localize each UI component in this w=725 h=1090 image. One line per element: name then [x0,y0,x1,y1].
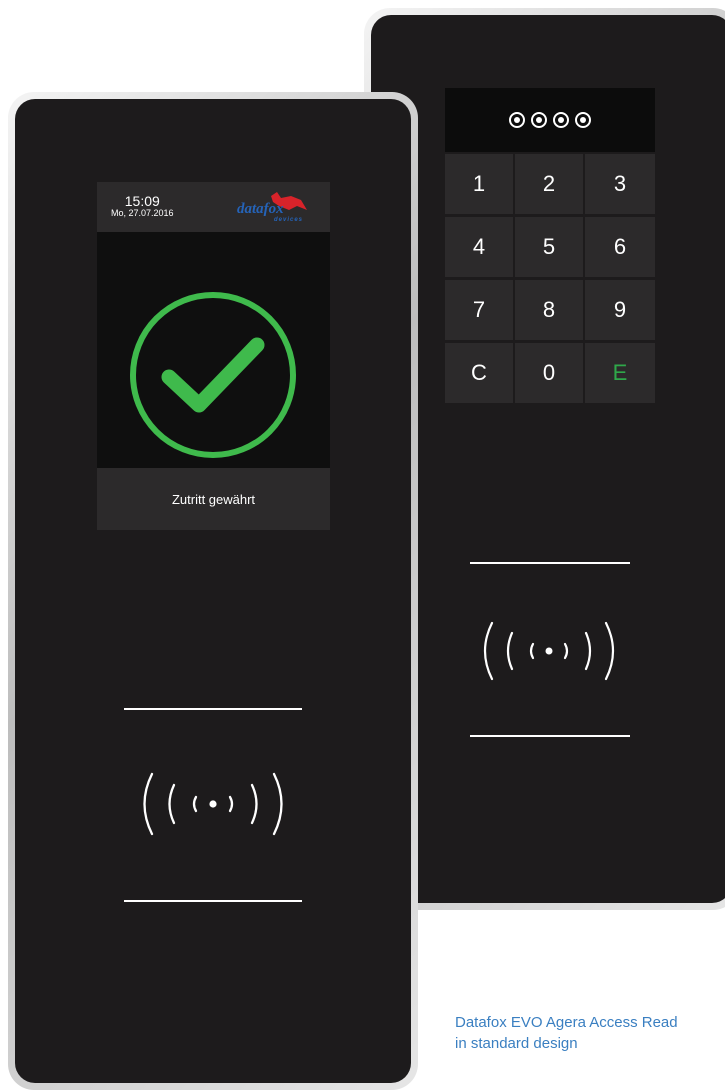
key-6[interactable]: 6 [585,217,655,277]
key-7[interactable]: 7 [445,280,513,340]
rfid-bottom-line [470,735,630,737]
datafox-logo: datafox devices [237,192,309,226]
pin-dot-3 [553,112,569,128]
keypad: 1 2 3 4 5 6 7 8 9 C 0 E [445,154,655,403]
key-9[interactable]: 9 [585,280,655,340]
key-8[interactable]: 8 [515,280,583,340]
pin-dot-1 [509,112,525,128]
pin-dot-2 [531,112,547,128]
rfid-bottom-line [124,900,302,902]
clock-time: 15:09 [124,193,160,209]
rfid-top-line [124,708,302,710]
pin-dot-4 [575,112,591,128]
clock-date: Mo, 27.07.2016 [111,208,174,218]
enter-key[interactable]: E [585,343,655,403]
pin-display [445,88,655,152]
key-2[interactable]: 2 [515,154,583,214]
product-caption: Datafox EVO Agera Access Read in standar… [455,1012,725,1054]
clock: 15:09 Mo, 27.07.2016 [111,194,174,219]
rfid-waves-icon [483,621,615,681]
screen-header: 15:09 Mo, 27.07.2016 datafox devices [97,182,330,232]
caption-line-1: Datafox EVO Agera Access Read [455,1014,678,1031]
rfid-top-line [470,562,630,564]
clear-key[interactable]: C [445,343,513,403]
key-5[interactable]: 5 [515,217,583,277]
key-4[interactable]: 4 [445,217,513,277]
logo-text: datafox [237,201,284,217]
logo-subtext: devices [274,217,304,223]
status-message: Zutritt gewährt [97,468,330,530]
key-0[interactable]: 0 [515,343,583,403]
caption-line-2: in standard design [455,1035,578,1052]
key-3[interactable]: 3 [585,154,655,214]
check-circle-icon [130,292,296,458]
key-1[interactable]: 1 [445,154,513,214]
touch-screen[interactable]: 15:09 Mo, 27.07.2016 datafox devices Zut… [97,182,330,530]
rfid-waves-icon [143,772,283,836]
